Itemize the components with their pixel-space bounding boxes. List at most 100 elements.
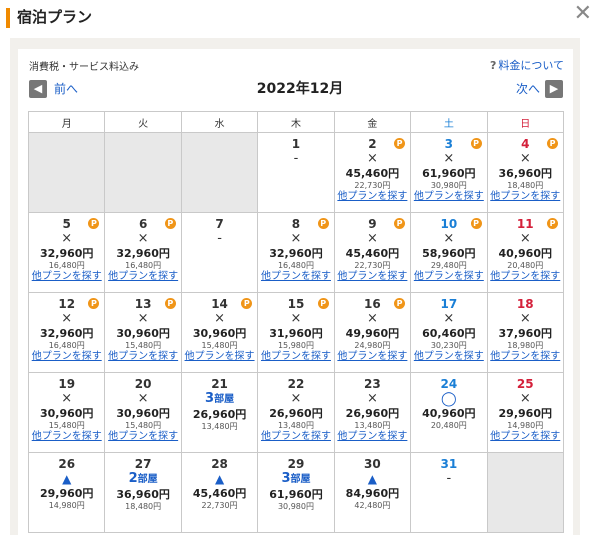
rooms-unit: 部屋 bbox=[214, 394, 235, 405]
other-plans-link[interactable]: 他プランを探す bbox=[488, 271, 563, 283]
per-person-price: 30,980円 bbox=[277, 502, 314, 511]
title-accent-bar bbox=[6, 8, 10, 28]
other-plans-link[interactable]: 他プランを探す bbox=[105, 431, 180, 443]
room-price: 61,960円 bbox=[269, 488, 323, 501]
other-plans-link[interactable]: 他プランを探す bbox=[335, 271, 410, 283]
next-month-link[interactable]: 次へ bbox=[516, 80, 540, 97]
per-person-price: 13,480円 bbox=[354, 421, 391, 430]
fee-info-link[interactable]: ? 料金について bbox=[490, 57, 564, 73]
next-month-button[interactable]: ▶ bbox=[545, 80, 563, 98]
other-plans-link[interactable]: 他プランを探す bbox=[29, 351, 104, 363]
per-person-price: 15,980円 bbox=[277, 341, 314, 350]
calendar-day-cell: 19 × 30,960円 15,480円 他プランを探す bbox=[27, 372, 106, 453]
other-plans-link[interactable]: 他プランを探す bbox=[335, 191, 410, 203]
other-plans-link[interactable]: 他プランを探す bbox=[488, 351, 563, 363]
per-person-price: 20,480円 bbox=[507, 261, 544, 270]
other-plans-link[interactable]: 他プランを探す bbox=[411, 191, 486, 203]
per-person-price: 22,730円 bbox=[354, 261, 391, 270]
room-price: 45,460円 bbox=[345, 247, 400, 260]
room-price: 32,960円 bbox=[39, 327, 94, 340]
calendar-day-cell: 20 × 30,960円 15,480円 他プランを探す bbox=[104, 372, 182, 453]
availability-mark: × bbox=[61, 311, 73, 326]
close-icon[interactable]: ✕ bbox=[574, 2, 592, 26]
per-person-price: 30,980円 bbox=[430, 181, 467, 190]
per-person-price: 16,480円 bbox=[48, 261, 85, 270]
rooms-remaining[interactable]: 2部屋 bbox=[105, 471, 180, 488]
per-person-price: 18,980円 bbox=[507, 341, 544, 350]
calendar-week-row: 19 × 30,960円 15,480円 他プランを探す 20 × 30,960円 15,480… bbox=[27, 372, 565, 453]
day-number: 26 bbox=[58, 457, 76, 471]
availability-mark: - bbox=[446, 471, 452, 486]
day-number: 29 bbox=[287, 457, 305, 471]
other-plans-link[interactable]: 他プランを探す bbox=[488, 431, 563, 443]
availability-mark: × bbox=[366, 391, 378, 406]
weekday-thu: 木 bbox=[257, 111, 335, 133]
day-number: 7 bbox=[215, 217, 224, 231]
other-plans-link[interactable]: 他プランを探す bbox=[258, 351, 333, 363]
room-price: 30,960円 bbox=[116, 327, 170, 340]
day-number: 30 bbox=[364, 457, 381, 471]
calendar-day-cell: 23 × 26,960円 13,480円 他プランを探す bbox=[333, 372, 412, 453]
other-plans-link[interactable]: 他プランを探す bbox=[182, 351, 257, 363]
calendar-day-cell: 1- bbox=[257, 132, 335, 213]
other-plans-link[interactable]: 他プランを探す bbox=[411, 351, 486, 363]
per-person-price: 14,980円 bbox=[507, 421, 544, 430]
availability-mark: × bbox=[443, 231, 455, 246]
room-price: 37,960円 bbox=[498, 327, 552, 340]
calendar-day-cell: 12 P × 32,960円 16,480円 他プランを探す bbox=[27, 292, 106, 373]
availability-mark[interactable]: ▲ bbox=[182, 471, 257, 487]
per-person-price: 22,730円 bbox=[201, 501, 238, 510]
point-badge-icon: P bbox=[317, 218, 329, 229]
availability-mark: × bbox=[443, 311, 455, 326]
calendar-day-cell: 2 P × 45,460円 22,730円 他プランを探す bbox=[333, 132, 412, 213]
availability-mark[interactable]: ▲ bbox=[335, 471, 410, 487]
page-title: 宿泊プラン bbox=[17, 8, 93, 26]
header: 宿泊プラン ✕ bbox=[0, 0, 600, 38]
rooms-remaining[interactable]: 3部屋 bbox=[258, 471, 333, 488]
per-person-price: 15,480円 bbox=[125, 341, 162, 350]
other-plans-link[interactable]: 他プランを探す bbox=[105, 351, 180, 363]
other-plans-link[interactable]: 他プランを探す bbox=[29, 431, 104, 443]
other-plans-link[interactable]: 他プランを探す bbox=[258, 431, 333, 443]
availability-mark: × bbox=[61, 391, 73, 406]
calendar-day-cell: 10 P × 58,960円 29,480円 他プランを探す bbox=[410, 212, 488, 293]
room-price: 36,960円 bbox=[116, 488, 170, 501]
other-plans-link[interactable]: 他プランを探す bbox=[105, 271, 180, 283]
room-price: 26,960円 bbox=[192, 408, 247, 421]
tax-note: 消費税・サービス料込み bbox=[29, 62, 139, 73]
other-plans-link[interactable]: 他プランを探す bbox=[411, 271, 486, 283]
calendar-day-cell: 8 P × 32,960円 16,480円 他プランを探す bbox=[257, 212, 335, 293]
calendar-day-cell: 31- bbox=[410, 452, 488, 533]
rooms-remaining[interactable]: 3部屋 bbox=[182, 391, 257, 408]
calendar-empty-cell bbox=[27, 132, 106, 213]
day-number: 1 bbox=[291, 137, 301, 151]
per-person-price: 16,480円 bbox=[277, 261, 314, 270]
per-person-price: 15,480円 bbox=[125, 421, 162, 430]
availability-mark: × bbox=[214, 311, 225, 326]
room-price: 61,960円 bbox=[422, 167, 476, 180]
per-person-price: 18,480円 bbox=[507, 181, 544, 190]
availability-mark[interactable]: ▲ bbox=[29, 471, 104, 487]
weekday-fri: 金 bbox=[333, 111, 412, 133]
per-person-price: 14,980円 bbox=[48, 501, 85, 510]
other-plans-link[interactable]: 他プランを探す bbox=[258, 271, 333, 283]
per-person-price: 20,480円 bbox=[430, 421, 467, 430]
other-plans-link[interactable]: 他プランを探す bbox=[335, 431, 410, 443]
calendar-day-cell: 7- bbox=[180, 212, 259, 293]
other-plans-link[interactable]: 他プランを探す bbox=[488, 191, 563, 203]
room-price: 26,960円 bbox=[269, 407, 323, 420]
point-badge-icon: P bbox=[470, 218, 482, 229]
per-person-price: 24,980円 bbox=[354, 341, 391, 350]
per-person-price: 16,480円 bbox=[125, 261, 162, 270]
calendar-grid: 月 火 水 木 金 土 日 1-2 P × 45,460円 22,730円 他プランを探す… bbox=[27, 111, 565, 533]
calendar-day-cell: 11 P × 40,960円 20,480円 他プランを探す bbox=[486, 212, 565, 293]
calendar-week-row: 5 P × 32,960円 16,480円 他プランを探す 6 P × 32,960円 16,480… bbox=[27, 212, 565, 293]
availability-mark: × bbox=[290, 231, 302, 246]
other-plans-link[interactable]: 他プランを探す bbox=[335, 351, 410, 363]
other-plans-link[interactable]: 他プランを探す bbox=[29, 271, 104, 283]
availability-mark[interactable]: ◯ bbox=[411, 391, 486, 407]
per-person-price: 29,480円 bbox=[430, 261, 467, 270]
calendar-day-cell: 30 ▲ 84,960円 42,480円 bbox=[333, 452, 412, 533]
availability-mark: × bbox=[137, 391, 149, 406]
availability-mark: × bbox=[519, 391, 531, 406]
